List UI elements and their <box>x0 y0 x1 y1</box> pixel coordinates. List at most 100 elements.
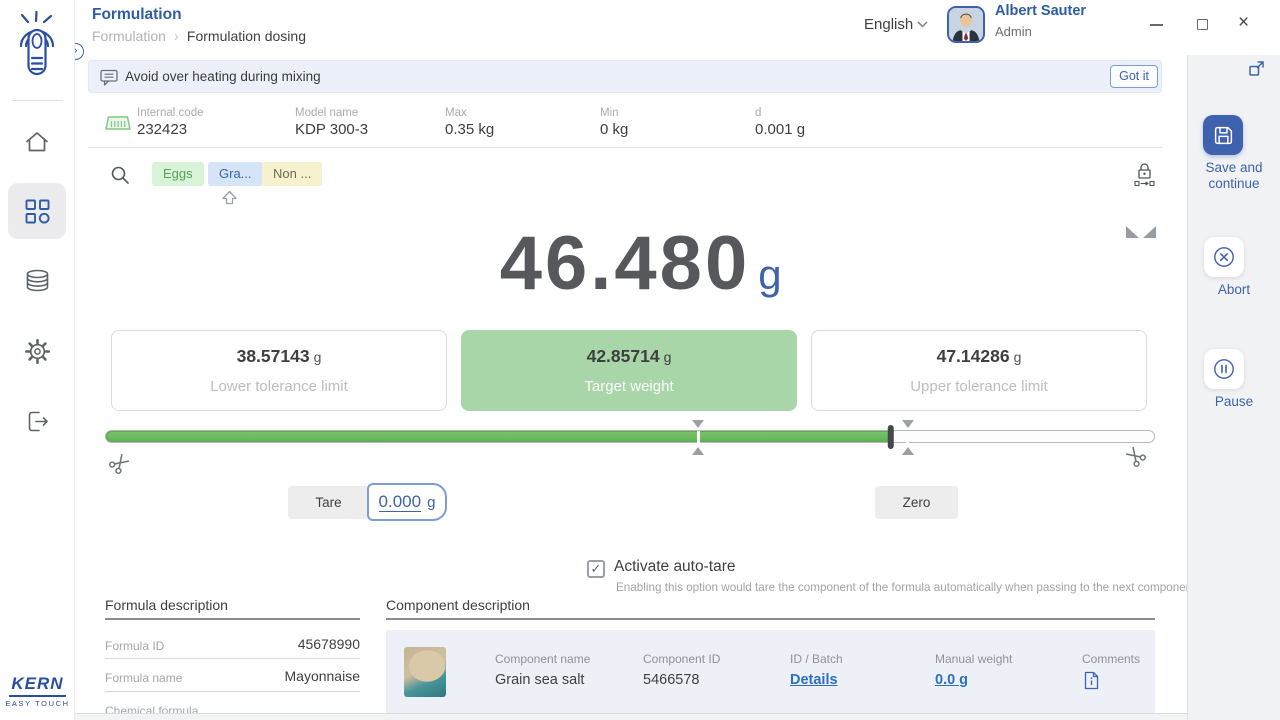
breadcrumb-parent[interactable]: Formulation <box>92 28 166 44</box>
kern-easy-touch-app-icon <box>13 8 61 90</box>
kern-logo-tagline: EASY TOUCH <box>0 699 75 708</box>
weighing-platform-icon <box>104 115 132 132</box>
device-field-label: d <box>755 107 761 119</box>
logout-icon[interactable] <box>24 408 51 435</box>
upper-tolerance-unit: g <box>1014 349 1022 365</box>
abort-circle-x-icon <box>1212 245 1236 269</box>
device-field-value: 232423 <box>137 121 187 138</box>
target-weight-card: 42.85714g Target weight <box>461 330 797 411</box>
device-field-label: Max <box>445 107 467 119</box>
device-field-label: Internal code <box>137 107 204 119</box>
expand-icon[interactable] <box>1248 60 1265 77</box>
weight-display: 46.480g <box>88 220 1162 307</box>
component-section-title: Component description <box>386 597 530 613</box>
pause-button[interactable] <box>1204 349 1244 389</box>
chevron-down-icon <box>917 21 928 28</box>
got-it-button[interactable]: Got it <box>1110 65 1158 88</box>
breadcrumb: Formulation›Formulation dosing <box>92 28 306 45</box>
stability-indicator-icon <box>1126 226 1156 239</box>
zero-button[interactable]: Zero <box>875 486 958 519</box>
abort-label[interactable]: Abort <box>1189 282 1279 298</box>
target-weight-value: 42.85714 <box>587 346 660 366</box>
dosing-bar-current-tick[interactable] <box>888 425 895 449</box>
formula-row: Formula name Mayonnaise <box>105 660 360 692</box>
weight-unit: g <box>758 251 781 298</box>
cut-upper-icon[interactable] <box>1119 440 1150 471</box>
kern-brand-logo: KERN EASY TOUCH <box>0 674 75 708</box>
pause-circle-icon <box>1212 357 1236 381</box>
save-and-continue-button[interactable] <box>1203 115 1243 155</box>
device-field-value: 0 kg <box>600 121 628 138</box>
settings-gear-icon[interactable] <box>24 338 51 365</box>
notification-message: Avoid over heating during mixing <box>125 61 321 92</box>
language-selector[interactable]: English <box>864 16 928 33</box>
marker-triangle-down-icon <box>692 420 704 428</box>
component-chip-eggs[interactable]: Eggs <box>152 162 204 186</box>
upper-tolerance-marker <box>901 420 915 455</box>
checkmark-icon: ✓ <box>589 562 603 576</box>
message-bubble-icon <box>100 69 119 86</box>
component-id-value: 5466578 <box>643 672 699 688</box>
component-field-label: Component ID <box>643 652 720 666</box>
component-field-label: Comments <box>1082 652 1140 666</box>
formula-row-label: Formula ID <box>105 639 164 653</box>
component-card: Component name Grain sea salt Component … <box>386 630 1155 714</box>
target-weight-label: Target weight <box>462 378 796 395</box>
weight-value: 46.480 <box>500 221 750 306</box>
save-and-continue-label[interactable]: Save and continue <box>1189 160 1279 192</box>
target-weight-unit: g <box>664 349 672 365</box>
window-maximize-button[interactable] <box>1197 19 1208 30</box>
marker-triangle-up-icon <box>902 447 914 455</box>
auto-tare-checkbox[interactable]: ✓ <box>587 560 605 578</box>
tare-value[interactable]: 0.000 <box>379 492 422 512</box>
abort-button[interactable] <box>1204 237 1244 277</box>
formula-section-rule <box>105 618 360 620</box>
comments-document-icon[interactable] <box>1084 671 1099 690</box>
auto-tare-description: Enabling this option would tare the comp… <box>616 581 1199 594</box>
pause-label[interactable]: Pause <box>1189 394 1279 410</box>
manual-weight-link[interactable]: 0.0 g <box>935 672 968 688</box>
device-field-label: Min <box>600 107 619 119</box>
kern-logo-text: KERN <box>9 674 65 697</box>
cut-lower-icon[interactable] <box>104 447 135 478</box>
apps-grid-icon[interactable] <box>24 198 51 225</box>
window-close-button[interactable]: × <box>1238 13 1249 33</box>
formula-row-value: Mayonnaise <box>285 668 361 684</box>
app-window: KERN EASY TOUCH Formulation Formulation›… <box>0 0 1280 720</box>
language-label: English <box>864 16 913 33</box>
search-icon[interactable] <box>110 165 130 185</box>
tare-button[interactable]: Tare <box>288 486 369 519</box>
dosing-progress-bar <box>105 430 1155 443</box>
formula-row: Formula ID 45678990 <box>105 630 360 659</box>
lower-tolerance-marker <box>691 420 705 455</box>
marker-triangle-down-icon <box>902 420 914 428</box>
dosing-bar-fill <box>106 431 891 442</box>
tare-value-input[interactable]: 0.000 g <box>367 483 447 521</box>
formula-section-title: Formula description <box>105 597 228 613</box>
user-avatar[interactable] <box>947 6 985 43</box>
window-minimize-button[interactable] <box>1150 24 1163 26</box>
home-icon[interactable] <box>23 128 51 155</box>
upper-tolerance-value: 47.14286 <box>937 346 1010 366</box>
marker-notch <box>697 431 700 444</box>
component-chip-current[interactable]: Gra... <box>208 162 263 186</box>
save-floppy-icon <box>1213 125 1234 146</box>
marker-notch <box>906 431 909 444</box>
marker-triangle-up-icon <box>692 447 704 455</box>
formula-row-label: Formula name <box>105 671 182 685</box>
upper-tolerance-label: Upper tolerance limit <box>812 378 1146 395</box>
database-icon[interactable] <box>24 268 51 295</box>
auto-tare-label[interactable]: Activate auto-tare <box>614 558 735 576</box>
device-info-row: Internal code 232423 Model name KDP 300-… <box>88 100 1162 148</box>
breadcrumb-current: Formulation dosing <box>187 28 306 44</box>
horizontal-scrollbar[interactable] <box>75 713 1187 720</box>
component-chip-non[interactable]: Non ... <box>262 162 322 186</box>
lower-tolerance-value: 38.57143 <box>237 346 310 366</box>
lower-tolerance-card: 38.57143g Lower tolerance limit <box>111 330 447 411</box>
formula-row-value: 45678990 <box>298 636 360 652</box>
component-thumbnail <box>404 647 446 697</box>
locked-sequence-icon[interactable] <box>1134 160 1155 187</box>
user-role: Admin <box>995 24 1032 39</box>
id-batch-details-link[interactable]: Details <box>790 672 838 688</box>
user-name: Albert Sauter <box>995 3 1086 19</box>
